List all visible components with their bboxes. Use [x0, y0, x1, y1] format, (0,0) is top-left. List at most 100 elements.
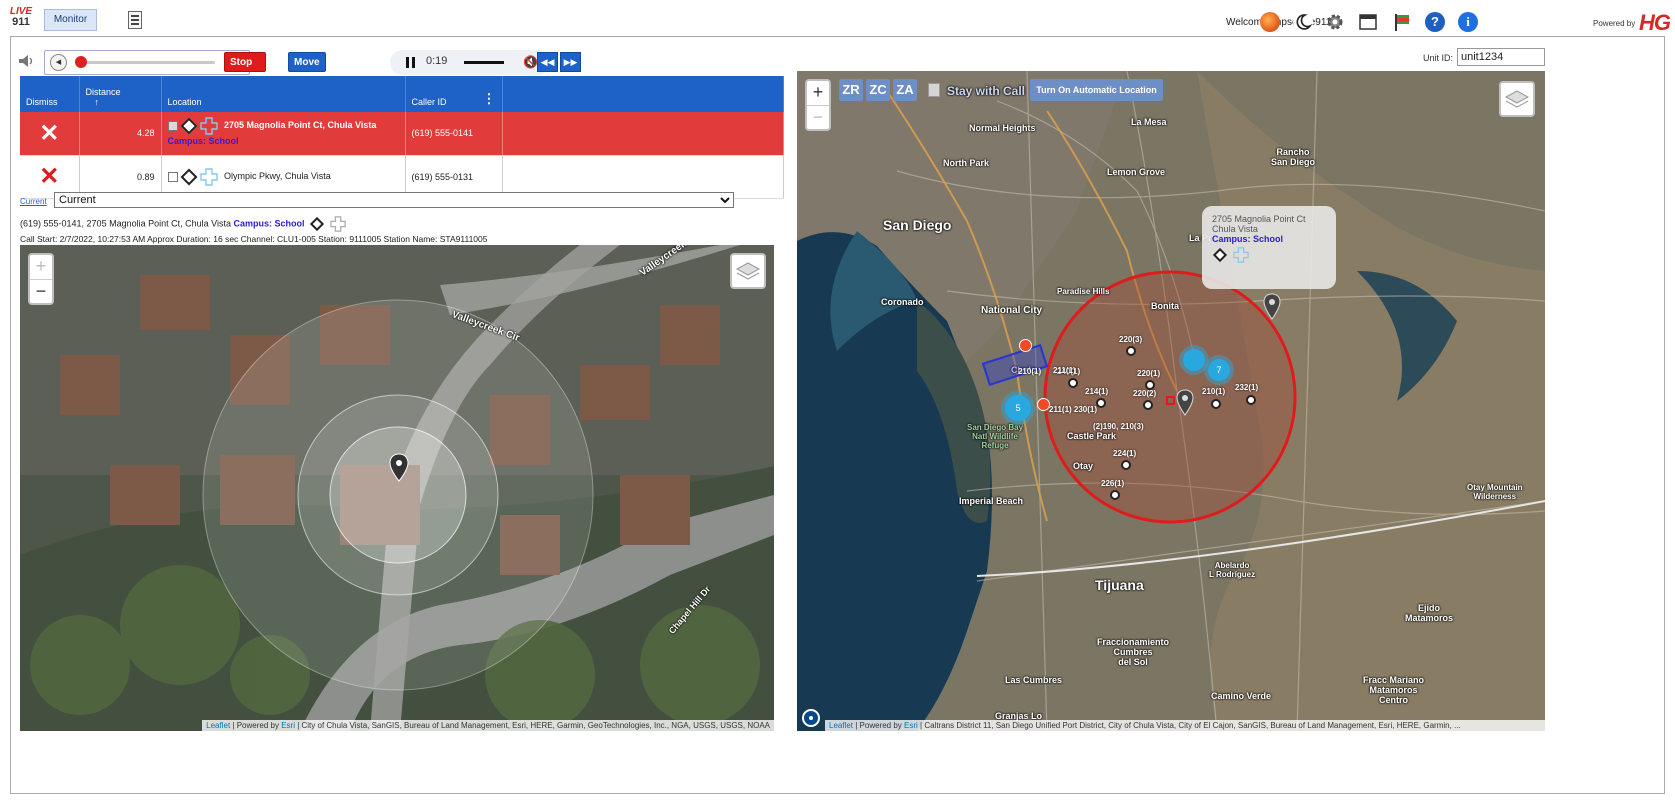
hg-logo: HG: [1639, 10, 1671, 35]
medical-cross-icon[interactable]: [199, 117, 218, 135]
alert-marker[interactable]: [1019, 339, 1032, 352]
call-square-marker[interactable]: [1166, 396, 1175, 405]
leaflet-link[interactable]: Leaflet: [829, 721, 853, 730]
attribution-powered: | Powered by: [853, 721, 905, 730]
unit-marker[interactable]: [1143, 400, 1153, 410]
leaflet-link[interactable]: Leaflet: [206, 721, 230, 730]
place-label: Otay Mountain Wilderness: [1467, 483, 1523, 501]
header-location-label: Location: [167, 97, 202, 107]
esri-link[interactable]: Esri: [281, 721, 295, 730]
call-pin-icon[interactable]: [1262, 293, 1282, 321]
caller-pin-icon[interactable]: [1175, 389, 1195, 417]
map-attribution: Leaflet | Powered by Esri | Caltrans Dis…: [825, 720, 1545, 731]
info-icon[interactable]: i: [1458, 12, 1478, 32]
header-dismiss-label: Dismiss: [26, 97, 58, 107]
caller-info-text: (619) 555-0141, 2705 Magnolia Point Ct, …: [20, 218, 231, 229]
unit-marker[interactable]: [1110, 490, 1120, 500]
unit-tag: 210(1): [1202, 387, 1226, 396]
overview-map[interactable]: + − ZR ZC ZA Stay with Call Turn On Auto…: [797, 71, 1545, 731]
unit-marker[interactable]: [1068, 378, 1078, 388]
table-row[interactable]: ✕ 4.28 2705 Magnolia Point Ct, Chula Vis…: [20, 112, 784, 156]
auto-location-button[interactable]: Turn On Automatic Location: [1030, 79, 1163, 101]
volume-slider[interactable]: [464, 61, 504, 64]
rewind-button[interactable]: ◀◀: [537, 52, 558, 72]
unit-marker[interactable]: [1246, 395, 1256, 405]
place-label: San Diego Bay Natl Wildlife Refuge: [967, 423, 1024, 450]
zoom-in-button[interactable]: +: [807, 81, 829, 105]
row-checkbox[interactable]: [167, 120, 178, 131]
medical-cross-icon[interactable]: [199, 167, 218, 186]
scrub-handle[interactable]: [75, 56, 87, 68]
unit-marker[interactable]: [1126, 346, 1136, 356]
stop-player-button[interactable]: Stop Player: [224, 52, 267, 87]
gear-icon[interactable]: [1325, 12, 1345, 32]
sort-arrow-icon[interactable]: ↑: [86, 97, 155, 107]
step-backward-button[interactable]: ◀: [50, 54, 67, 71]
row-checkbox[interactable]: [167, 171, 178, 182]
unit-marker[interactable]: [1211, 399, 1221, 409]
direction-icon[interactable]: [1212, 247, 1228, 263]
accuracy-circles: [202, 299, 594, 691]
marker-cluster[interactable]: 5: [1005, 395, 1031, 421]
call-popup[interactable]: 2705 Magnolia Point Ct Chula Vista Campu…: [1202, 206, 1336, 289]
dismiss-x-icon[interactable]: ✕: [26, 162, 73, 191]
caller-detail-map[interactable]: Valleycreek Cir Valleycreek Chapel Hill …: [20, 245, 774, 731]
zoom-out-button[interactable]: −: [807, 105, 829, 129]
location-pin-icon[interactable]: [388, 453, 410, 483]
speaker-icon[interactable]: [18, 54, 35, 68]
medical-cross-icon[interactable]: [1232, 247, 1249, 263]
header-distance[interactable]: Distance ↑: [79, 76, 162, 112]
unit-id-label: Unit ID:: [1423, 53, 1454, 63]
unit-marker[interactable]: [1096, 398, 1106, 408]
stay-with-call-toggle[interactable]: [928, 83, 940, 97]
unit-tag: (2)190, 210(3): [1093, 422, 1144, 431]
marker-cluster[interactable]: 7: [1208, 359, 1230, 381]
spacer-cell: [502, 112, 784, 156]
layers-button[interactable]: [1499, 81, 1535, 117]
logo-bottom-text: 911: [12, 16, 30, 28]
unit-tag: 226(1): [1101, 479, 1125, 488]
zoom-out-button[interactable]: −: [30, 279, 52, 303]
unit-tag: 211(1) 230(1): [1049, 405, 1098, 414]
locate-me-icon[interactable]: [802, 709, 820, 727]
unit-id-input[interactable]: [1457, 48, 1545, 66]
current-link[interactable]: Current: [20, 197, 47, 206]
tab-monitor[interactable]: Monitor: [44, 9, 97, 31]
marker-cluster[interactable]: [1183, 349, 1205, 371]
direction-icon[interactable]: [309, 216, 325, 232]
zoom-all-button[interactable]: ZA: [893, 79, 917, 101]
esri-link[interactable]: Esri: [904, 721, 918, 730]
dismiss-x-icon[interactable]: ✕: [26, 119, 73, 148]
direction-icon[interactable]: [180, 168, 197, 185]
place-label: North Park: [943, 158, 990, 168]
direction-icon[interactable]: [180, 117, 197, 135]
zoom-region-button[interactable]: ZR: [839, 79, 863, 101]
moon-icon[interactable]: [1293, 12, 1313, 32]
firefox-icon[interactable]: [1260, 12, 1280, 32]
header-caller-id: Caller ID ⋮: [405, 76, 503, 112]
zoom-call-button[interactable]: ZC: [866, 79, 890, 101]
window-icon[interactable]: [1358, 12, 1378, 32]
place-label: La Mesa: [1131, 117, 1167, 127]
unit-marker[interactable]: [1121, 460, 1131, 470]
column-menu-icon[interactable]: ⋮: [483, 91, 496, 107]
medical-cross-icon[interactable]: [329, 216, 346, 232]
place-label: Tijuana: [1095, 577, 1144, 593]
fast-forward-button[interactable]: ▶▶: [560, 52, 581, 72]
place-label: Otay: [1073, 461, 1094, 471]
move-to-start-button[interactable]: Move To Start: [288, 52, 326, 106]
list-view-icon[interactable]: [128, 11, 142, 29]
layers-button[interactable]: [730, 253, 766, 289]
pause-button[interactable]: [406, 57, 416, 68]
zoom-in-button[interactable]: +: [30, 255, 52, 279]
map-flag-icon[interactable]: [1392, 12, 1412, 32]
caller-id-cell: (619) 555-0141: [405, 112, 503, 156]
playback-time: 0:19: [426, 55, 448, 67]
unit-tag: 214(1): [1085, 387, 1109, 396]
help-icon[interactable]: ?: [1425, 12, 1445, 32]
mute-icon[interactable]: 🔇: [523, 55, 538, 69]
place-label: Lemon Grove: [1107, 167, 1166, 177]
current-select[interactable]: Current: [54, 192, 734, 208]
live911-logo: LIVE 911: [8, 6, 34, 32]
scrub-track[interactable]: [75, 61, 215, 64]
